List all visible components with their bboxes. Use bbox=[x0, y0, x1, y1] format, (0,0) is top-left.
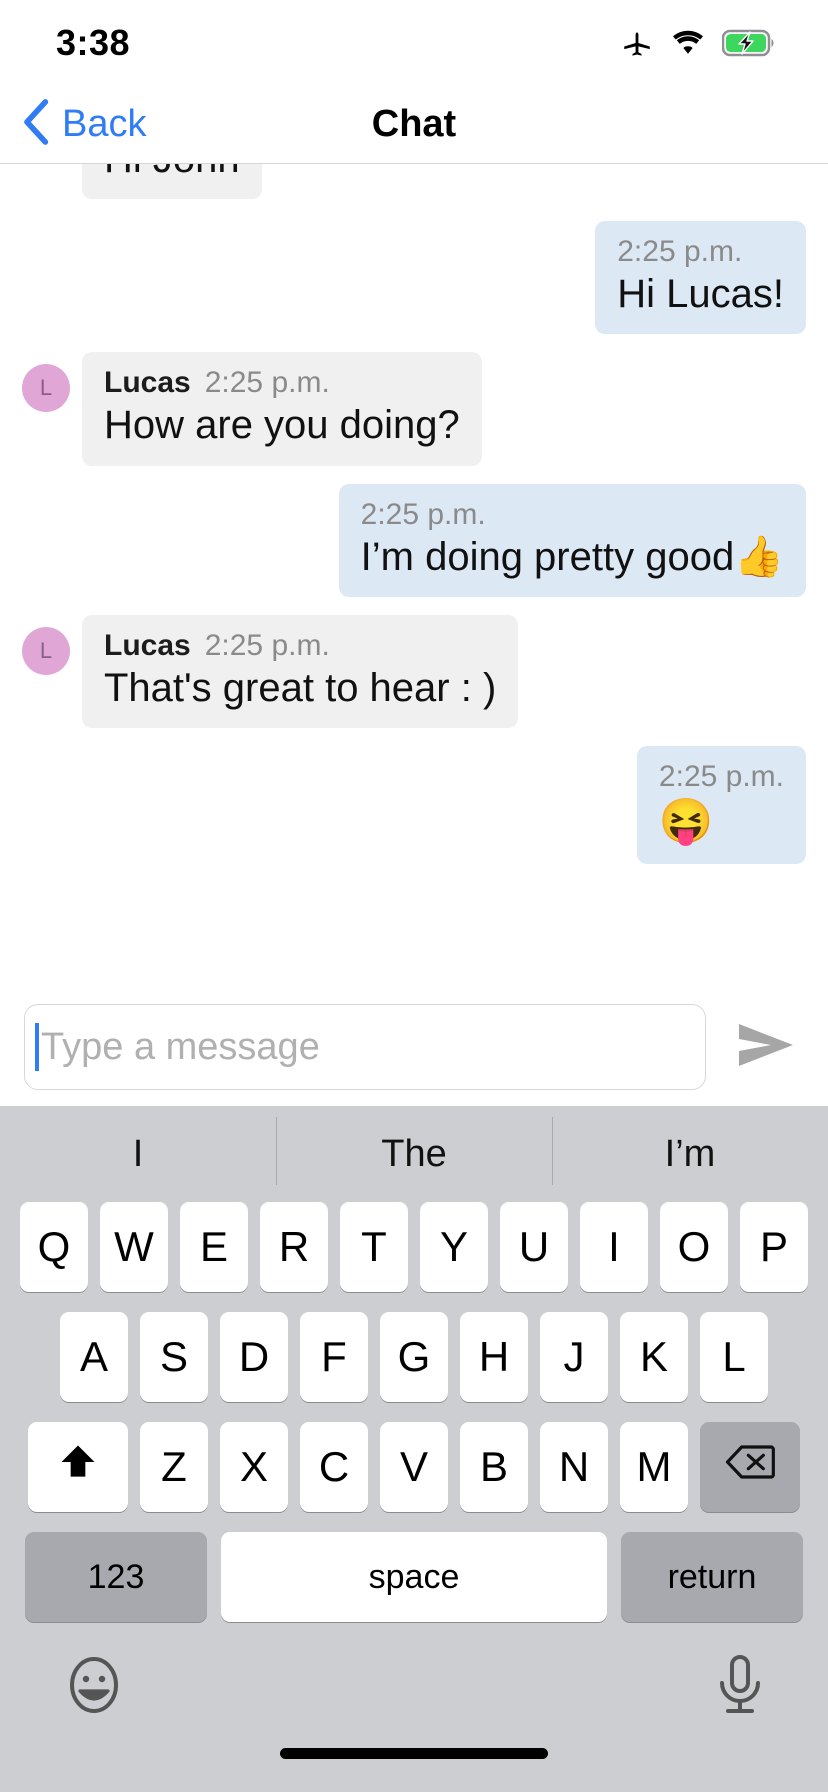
shift-up-arrow-icon bbox=[56, 1440, 100, 1494]
return-key[interactable]: return bbox=[621, 1532, 803, 1622]
key-d[interactable]: D bbox=[220, 1312, 288, 1402]
message-row-incoming: Hi John bbox=[22, 164, 806, 200]
key-w[interactable]: W bbox=[100, 1202, 168, 1292]
message-timestamp: 2:25 p.m. bbox=[617, 235, 743, 269]
key-e[interactable]: E bbox=[180, 1202, 248, 1292]
suggestion-im[interactable]: I’m bbox=[552, 1116, 828, 1185]
key-i[interactable]: I bbox=[580, 1202, 648, 1292]
message-timestamp: 2:25 p.m. bbox=[360, 497, 486, 531]
message-meta: Lucas 2:25 p.m. bbox=[104, 366, 460, 400]
message-row-incoming: L Lucas 2:25 p.m. How are you doing? bbox=[22, 352, 806, 466]
message-row-outgoing: 2:25 p.m. Hi Lucas! bbox=[22, 221, 806, 335]
home-indicator[interactable] bbox=[280, 1748, 548, 1759]
phone-screen: 3:38 Back Chat 2:25 p.m. Hi Lucas! L Luc… bbox=[0, 0, 828, 1792]
shift-key[interactable] bbox=[28, 1422, 128, 1512]
key-s[interactable]: S bbox=[140, 1312, 208, 1402]
send-arrow-icon bbox=[735, 1020, 797, 1075]
key-z[interactable]: Z bbox=[140, 1422, 208, 1512]
status-time: 3:38 bbox=[56, 22, 131, 63]
message-bubble[interactable]: 2:25 p.m. I’m doing pretty good👍 bbox=[338, 483, 806, 597]
key-p[interactable]: P bbox=[740, 1202, 808, 1292]
message-timestamp: 2:25 p.m. bbox=[204, 628, 330, 662]
key-h[interactable]: H bbox=[460, 1312, 528, 1402]
key-c[interactable]: C bbox=[300, 1422, 368, 1512]
keyboard-row-1: QWERTYUIOP bbox=[0, 1202, 828, 1292]
key-x[interactable]: X bbox=[220, 1422, 288, 1512]
keyboard-row-3: ZXCVBNM bbox=[0, 1422, 828, 1512]
key-l[interactable]: L bbox=[700, 1312, 768, 1402]
composer-bar: Type a message bbox=[0, 988, 828, 1106]
key-j[interactable]: J bbox=[540, 1312, 608, 1402]
emoji-smiley-icon[interactable] bbox=[62, 1653, 126, 1717]
message-row-outgoing: 2:25 p.m. 😝 bbox=[22, 745, 806, 864]
message-bubble[interactable]: 2:25 p.m. 😝 bbox=[636, 745, 806, 864]
space-key[interactable]: space bbox=[221, 1532, 607, 1622]
keyboard-row-2: ASDFGHJKL bbox=[0, 1312, 828, 1402]
chevron-left-icon bbox=[22, 97, 52, 152]
numbers-key[interactable]: 123 bbox=[25, 1532, 207, 1622]
message-text: Hi John bbox=[104, 164, 240, 183]
message-list[interactable]: Hi John2:25 p.m.Hi Lucas!LLucas2:25 p.m.… bbox=[0, 164, 828, 988]
message-text: That's great to hear : ) bbox=[104, 665, 497, 710]
message-text: 😝 bbox=[658, 796, 714, 846]
key-a[interactable]: A bbox=[60, 1312, 128, 1402]
message-sender: Lucas bbox=[104, 628, 191, 662]
message-input[interactable]: Type a message bbox=[24, 1004, 706, 1090]
wifi-icon bbox=[670, 28, 706, 58]
key-k[interactable]: K bbox=[620, 1312, 688, 1402]
navigation-bar: Back Chat bbox=[0, 86, 828, 164]
key-u[interactable]: U bbox=[500, 1202, 568, 1292]
microphone-icon[interactable] bbox=[714, 1653, 766, 1717]
back-button-label: Back bbox=[62, 103, 147, 145]
suggestion-i[interactable]: I bbox=[0, 1133, 276, 1176]
key-g[interactable]: G bbox=[380, 1312, 448, 1402]
message-bubble[interactable]: Lucas 2:25 p.m. That's great to hear : ) bbox=[82, 614, 519, 728]
message-input-placeholder: Type a message bbox=[41, 1025, 320, 1068]
key-n[interactable]: N bbox=[540, 1422, 608, 1512]
battery-charging-icon bbox=[722, 29, 776, 57]
avatar[interactable]: L bbox=[22, 626, 70, 675]
airplane-mode-icon bbox=[620, 26, 654, 60]
message-bubble[interactable]: Lucas 2:25 p.m. How are you doing? bbox=[82, 352, 482, 466]
on-screen-keyboard: I The I’m QWERTYUIOP ASDFGHJKL ZXCVBNM 1… bbox=[0, 1106, 828, 1792]
key-t[interactable]: T bbox=[340, 1202, 408, 1292]
key-v[interactable]: V bbox=[380, 1422, 448, 1512]
message-meta: 2:25 p.m. bbox=[617, 235, 784, 269]
message-timestamp: 2:25 p.m. bbox=[204, 366, 330, 400]
key-m[interactable]: M bbox=[620, 1422, 688, 1512]
message-text: Hi Lucas! bbox=[617, 272, 784, 317]
key-f[interactable]: F bbox=[300, 1312, 368, 1402]
home-indicator-area bbox=[0, 1748, 828, 1792]
send-button[interactable] bbox=[724, 1020, 808, 1075]
status-icons bbox=[620, 26, 776, 60]
suggestion-the[interactable]: The bbox=[276, 1116, 552, 1185]
message-row-outgoing: 2:25 p.m. I’m doing pretty good👍 bbox=[22, 483, 806, 597]
message-meta: 2:25 p.m. bbox=[659, 760, 784, 794]
key-y[interactable]: Y bbox=[420, 1202, 488, 1292]
avatar[interactable]: L bbox=[22, 364, 70, 413]
keyboard-row-4: 123 space return bbox=[0, 1532, 828, 1622]
message-meta: 2:25 p.m. bbox=[361, 498, 784, 532]
message-text: How are you doing? bbox=[104, 403, 460, 448]
message-row-incoming: L Lucas 2:25 p.m. That's great to hear : ) bbox=[22, 614, 806, 728]
message-text: I’m doing pretty good👍 bbox=[360, 534, 784, 579]
message-bubble[interactable]: 2:25 p.m. Hi Lucas! bbox=[595, 221, 806, 335]
message-meta: Lucas 2:25 p.m. bbox=[104, 629, 496, 663]
keyboard-toolbar bbox=[0, 1622, 828, 1748]
status-bar: 3:38 bbox=[0, 0, 828, 86]
message-timestamp: 2:25 p.m. bbox=[658, 759, 784, 793]
message-sender: Lucas bbox=[104, 366, 191, 400]
key-q[interactable]: Q bbox=[20, 1202, 88, 1292]
back-button[interactable]: Back bbox=[0, 97, 146, 152]
suggestion-bar: I The I’m bbox=[0, 1106, 828, 1202]
key-b[interactable]: B bbox=[460, 1422, 528, 1512]
backspace-key[interactable] bbox=[700, 1422, 800, 1512]
key-o[interactable]: O bbox=[660, 1202, 728, 1292]
message-bubble[interactable]: Hi John bbox=[82, 164, 262, 200]
key-r[interactable]: R bbox=[260, 1202, 328, 1292]
backspace-delete-icon bbox=[725, 1442, 775, 1492]
